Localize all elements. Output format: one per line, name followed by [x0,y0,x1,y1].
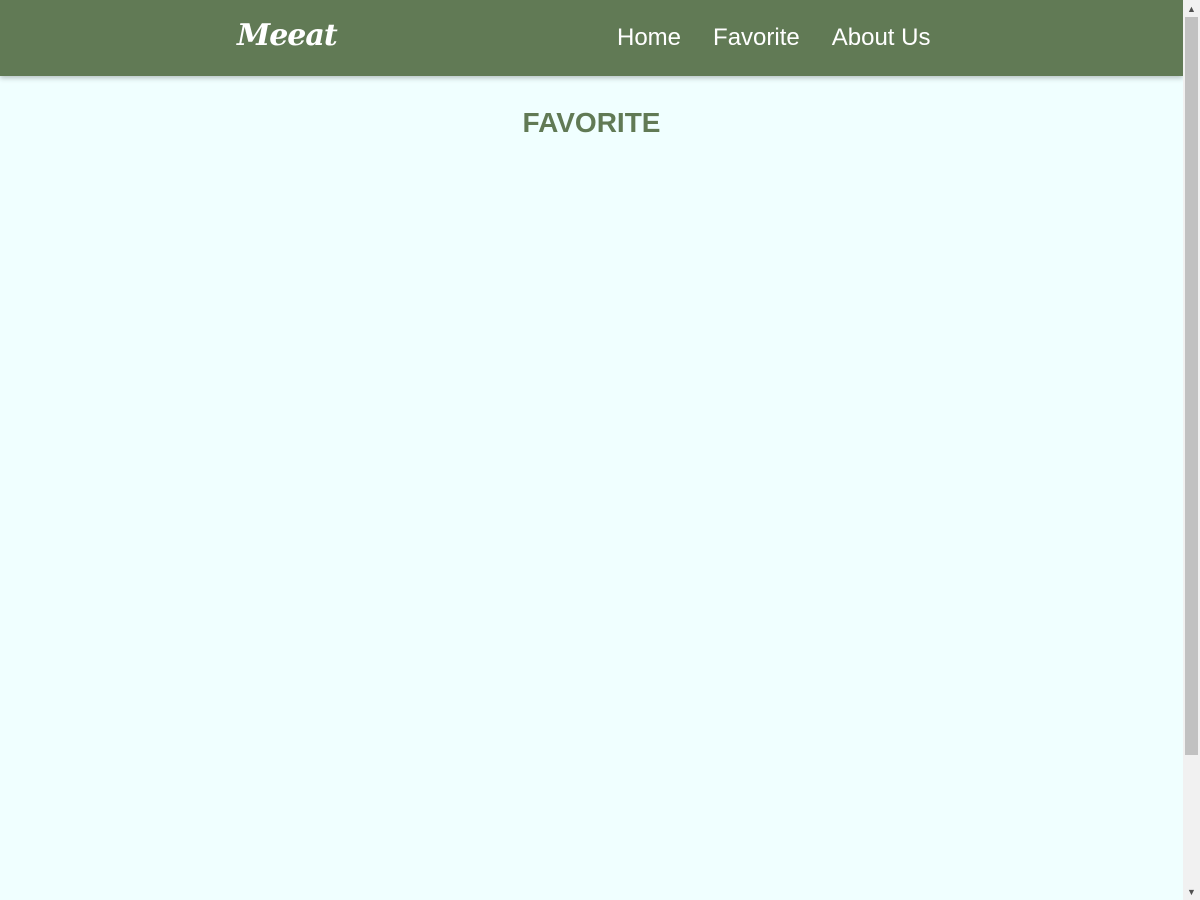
scroll-up-arrow-icon[interactable]: ▲ [1183,0,1200,17]
navbar: Meeat Home Favorite About Us [0,0,1183,76]
nav-links: Home Favorite About Us [617,22,930,54]
nav-link-home[interactable]: Home [617,22,681,54]
page: Meeat Home Favorite About Us FAVORITE [0,0,1183,900]
browser-viewport: Meeat Home Favorite About Us FAVORITE ▲ … [0,0,1200,900]
nav-link-about-us[interactable]: About Us [832,22,931,54]
brand-logo[interactable]: Meeat [237,16,338,56]
scrollbar-thumb[interactable] [1185,17,1198,755]
scroll-down-arrow-icon[interactable]: ▼ [1183,883,1200,900]
vertical-scrollbar[interactable]: ▲ ▼ [1183,0,1200,900]
nav-link-favorite[interactable]: Favorite [713,22,800,54]
page-title: FAVORITE [522,107,661,138]
